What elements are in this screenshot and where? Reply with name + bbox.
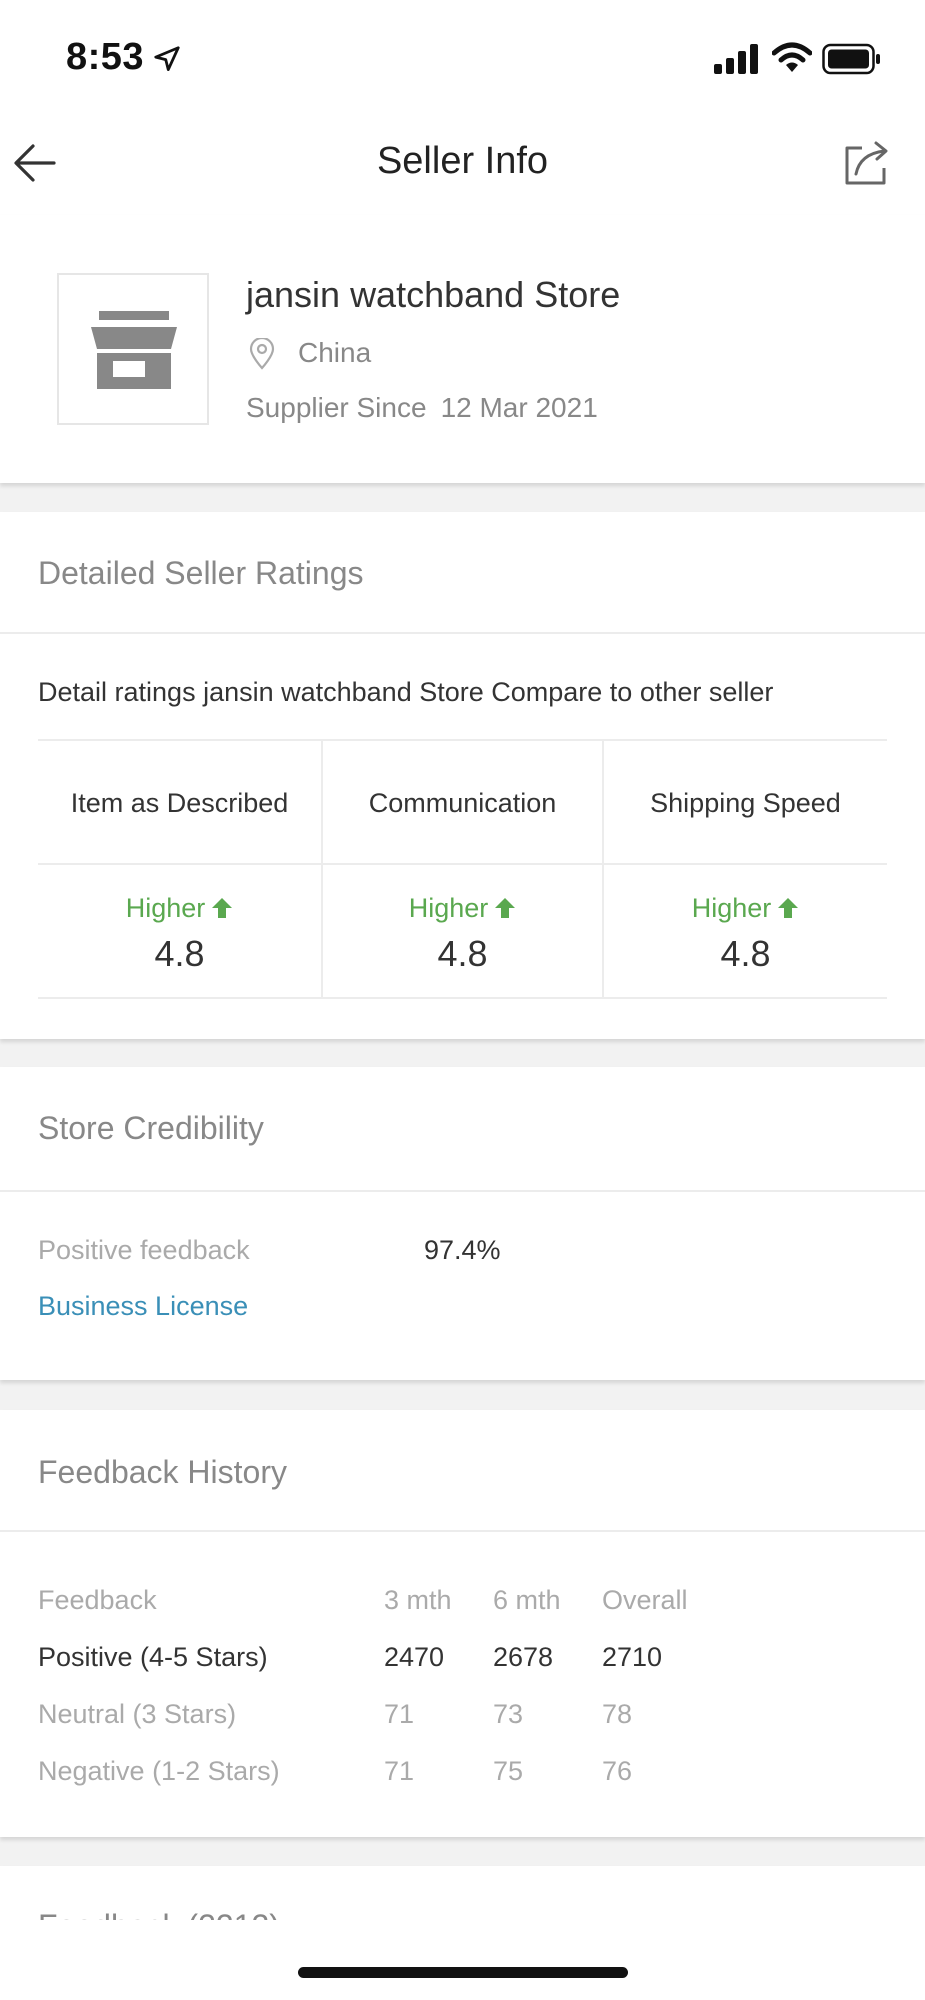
home-indicator[interactable] bbox=[298, 1967, 628, 1978]
positive-feedback-label: Positive feedback bbox=[38, 1235, 250, 1265]
ratings-description: Detail ratings jansin watchband Store Co… bbox=[38, 677, 774, 707]
six-month-count: 2678 bbox=[493, 1642, 554, 1672]
rating-comparison: Higher bbox=[38, 893, 321, 924]
rating-score: 4.8 bbox=[154, 933, 205, 974]
rating-column-label: Shipping Speed bbox=[604, 741, 887, 865]
column-header: Feedback bbox=[38, 1585, 157, 1615]
rating-score: 4.8 bbox=[720, 933, 771, 974]
up-arrow-icon bbox=[212, 898, 233, 918]
ratings-table: Item as Described Higher 4.8 Communicati… bbox=[38, 739, 887, 999]
column-header: 6 mth bbox=[493, 1585, 561, 1615]
home-indicator-area bbox=[0, 1920, 925, 2000]
rating-column-label: Item as Described bbox=[38, 741, 321, 865]
location-pin-icon bbox=[249, 338, 275, 370]
three-month-count: 71 bbox=[384, 1699, 415, 1729]
rating-column-item-as-described: Item as Described Higher 4.8 bbox=[38, 741, 321, 997]
six-month-count: 73 bbox=[493, 1699, 524, 1729]
rating-comparison: Higher bbox=[323, 893, 602, 924]
divider bbox=[0, 632, 925, 634]
store-name: jansin watchband Store bbox=[246, 274, 621, 315]
rating-comparison-text: Higher bbox=[408, 893, 489, 923]
feedback-type-label: Positive (4-5 Stars) bbox=[38, 1642, 268, 1672]
location-arrow-icon bbox=[154, 46, 180, 71]
overall-count: 2710 bbox=[602, 1642, 663, 1672]
rating-comparison-text: Higher bbox=[125, 893, 206, 923]
column-header: Overall bbox=[602, 1585, 688, 1615]
up-arrow-icon bbox=[778, 898, 799, 918]
battery-icon bbox=[822, 43, 880, 75]
rating-comparison: Higher bbox=[604, 893, 887, 924]
business-license-link[interactable]: Business License bbox=[38, 1291, 248, 1322]
divider bbox=[0, 1190, 925, 1192]
wifi-icon bbox=[772, 42, 812, 72]
three-month-count: 2470 bbox=[384, 1642, 445, 1672]
rating-column-communication: Communication Higher 4.8 bbox=[321, 741, 604, 997]
rating-comparison-text: Higher bbox=[691, 893, 772, 923]
seller-info-screen: 8:53 Seller Info jansin watchband Store … bbox=[0, 0, 925, 2000]
overall-count: 78 bbox=[602, 1699, 633, 1729]
store-country: China bbox=[298, 337, 372, 368]
overall-count: 76 bbox=[602, 1756, 633, 1786]
page-title: Seller Info bbox=[376, 140, 549, 182]
feedback-type-label: Negative (1-2 Stars) bbox=[38, 1756, 280, 1786]
feedback-type-label: Neutral (3 Stars) bbox=[38, 1699, 237, 1729]
three-month-count: 71 bbox=[384, 1756, 415, 1786]
feedback-history-title: Feedback History bbox=[38, 1454, 287, 1490]
up-arrow-icon bbox=[495, 898, 516, 918]
rating-column-shipping-speed: Shipping Speed Higher 4.8 bbox=[604, 741, 887, 997]
supplier-since-date: 12 Mar 2021 bbox=[440, 392, 598, 423]
cellular-signal-icon bbox=[714, 44, 758, 74]
store-logo bbox=[57, 273, 209, 425]
status-time: 8:53 bbox=[66, 36, 145, 78]
rating-column-label: Communication bbox=[323, 741, 602, 865]
supplier-since-label: Supplier Since bbox=[246, 392, 427, 423]
divider bbox=[0, 1530, 925, 1532]
share-icon[interactable] bbox=[842, 138, 892, 188]
positive-feedback-value: 97.4% bbox=[424, 1235, 501, 1265]
rating-score: 4.8 bbox=[437, 933, 488, 974]
credibility-section-title: Store Credibility bbox=[38, 1110, 264, 1146]
supplier-since: Supplier Since 12 Mar 2021 bbox=[246, 392, 598, 424]
storefront-icon bbox=[91, 311, 177, 389]
ratings-section-title: Detailed Seller Ratings bbox=[38, 555, 364, 591]
column-header: 3 mth bbox=[384, 1585, 452, 1615]
six-month-count: 75 bbox=[493, 1756, 524, 1786]
